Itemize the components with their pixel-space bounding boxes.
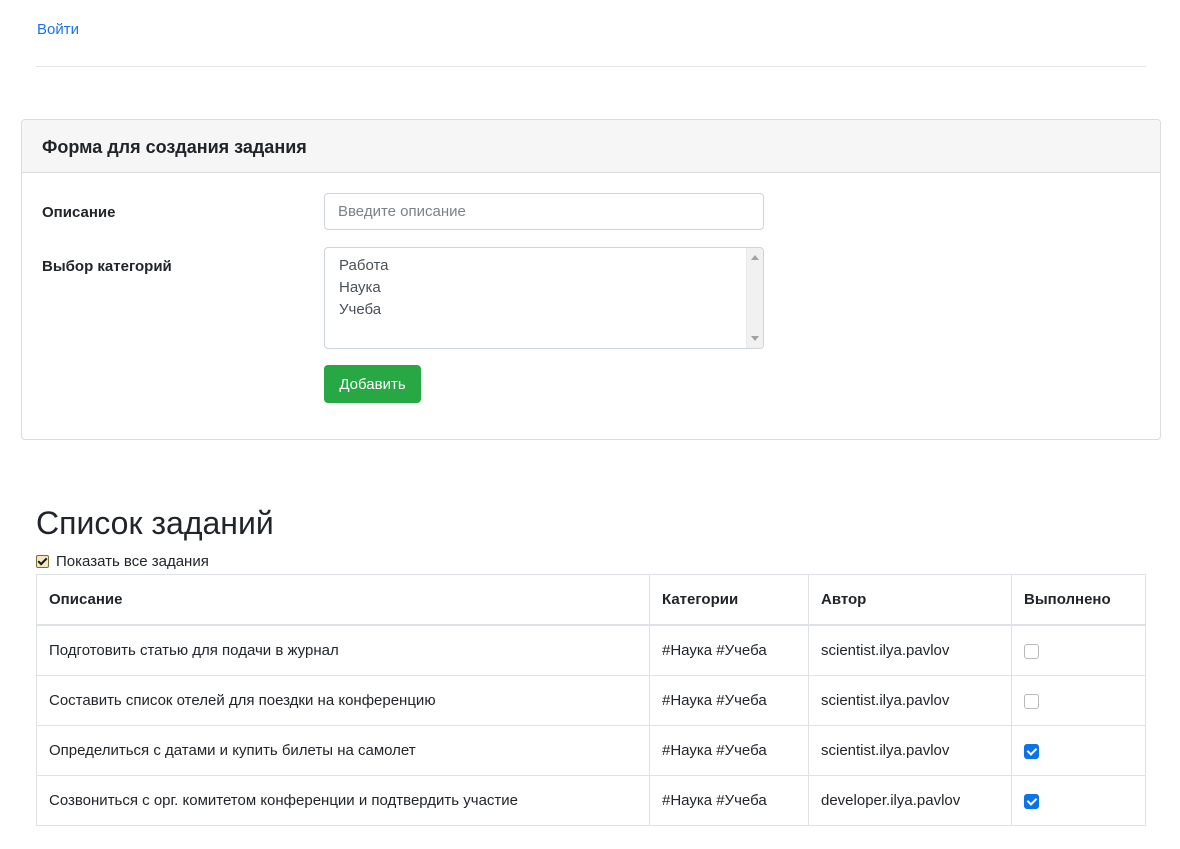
task-author: developer.ilya.pavlov [808, 775, 1012, 826]
column-header-description: Описание [36, 574, 650, 626]
task-done-cell [1011, 675, 1146, 726]
show-all-label: Показать все задания [56, 553, 209, 570]
task-done-cell [1011, 775, 1146, 826]
task-description: Определиться с датами и купить билеты на… [36, 725, 650, 776]
form-title: Форма для создания задания [42, 137, 307, 157]
category-option[interactable]: Наука [339, 279, 381, 296]
task-author: scientist.ilya.pavlov [808, 675, 1012, 726]
task-categories: #Наука #Учеба [649, 775, 809, 826]
task-categories: #Наука #Учеба [649, 725, 809, 776]
description-label: Описание [42, 204, 116, 221]
login-link[interactable]: Войти [37, 21, 79, 38]
categories-label: Выбор категорий [42, 258, 172, 275]
table-row: Составить список отелей для поездки на к… [36, 675, 1146, 726]
task-description: Составить список отелей для поездки на к… [36, 675, 650, 726]
done-checkbox[interactable] [1024, 743, 1039, 759]
task-list-title: Список заданий [36, 505, 274, 541]
categories-multiselect[interactable]: Работа Наука Учеба [324, 247, 764, 349]
header-divider [36, 66, 1146, 67]
done-checkbox[interactable] [1024, 793, 1039, 809]
task-table: Описание Категории Автор Выполнено Подго… [36, 574, 1146, 826]
table-header-row: Описание Категории Автор Выполнено [36, 574, 1146, 626]
task-done-cell [1011, 624, 1146, 676]
table-row: Созвониться с орг. комитетом конференции… [36, 775, 1146, 826]
table-row: Подготовить статью для подачи в журнал #… [36, 624, 1146, 676]
task-categories: #Наука #Учеба [649, 675, 809, 726]
show-all-toggle[interactable]: Показать все задания [36, 553, 209, 570]
add-button[interactable]: Добавить [324, 365, 421, 403]
done-checkbox[interactable] [1024, 643, 1039, 659]
categories-scrollbar[interactable] [746, 248, 763, 348]
done-checkbox[interactable] [1024, 693, 1039, 709]
description-input[interactable] [324, 193, 764, 230]
task-author: scientist.ilya.pavlov [808, 624, 1012, 676]
task-description: Подготовить статью для подачи в журнал [36, 624, 650, 676]
scroll-down-icon[interactable] [751, 336, 759, 341]
column-header-done: Выполнено [1011, 574, 1146, 626]
task-description: Созвониться с орг. комитетом конференции… [36, 775, 650, 826]
column-header-author: Автор [808, 574, 1012, 626]
table-row: Определиться с датами и купить билеты на… [36, 725, 1146, 776]
task-done-cell [1011, 725, 1146, 776]
task-categories: #Наука #Учеба [649, 624, 809, 676]
column-header-categories: Категории [649, 574, 809, 626]
category-option[interactable]: Работа [339, 257, 389, 274]
task-author: scientist.ilya.pavlov [808, 725, 1012, 776]
show-all-checkbox[interactable] [36, 555, 49, 568]
scroll-up-icon[interactable] [751, 255, 759, 260]
card-header: Форма для создания задания [22, 120, 1160, 173]
category-option[interactable]: Учеба [339, 301, 381, 318]
create-task-card: Форма для создания задания Описание Выбо… [21, 119, 1161, 440]
